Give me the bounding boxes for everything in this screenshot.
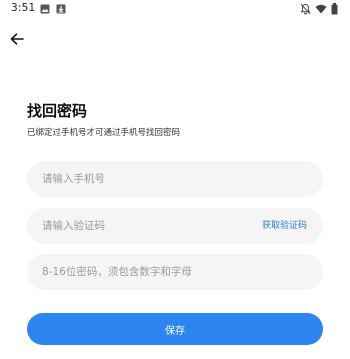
get-code-button[interactable]: 获取验证码 xyxy=(262,208,307,244)
page-title: 找回密码 xyxy=(27,102,88,120)
save-button[interactable]: 保存 xyxy=(27,313,323,345)
password-input[interactable] xyxy=(42,254,312,290)
wifi-icon xyxy=(315,4,327,14)
status-right-icons xyxy=(300,3,338,15)
status-left-icons xyxy=(40,4,66,14)
battery-icon xyxy=(331,3,338,15)
status-time: 3:51 xyxy=(11,2,36,14)
verification-code-field: 获取验证码 xyxy=(27,208,323,244)
status-bar: 3:51 xyxy=(0,0,350,20)
notifications-off-icon xyxy=(300,3,311,15)
page-subtitle: 已绑定过手机号才可通过手机号找回密码 xyxy=(27,128,181,138)
phone-field xyxy=(27,161,323,197)
image-icon xyxy=(40,4,50,14)
back-button[interactable] xyxy=(7,30,27,48)
verification-code-input[interactable] xyxy=(42,208,242,244)
download-icon xyxy=(56,4,66,14)
arrow-left-icon xyxy=(10,30,24,49)
phone-input[interactable] xyxy=(42,161,312,197)
password-field xyxy=(27,254,323,290)
